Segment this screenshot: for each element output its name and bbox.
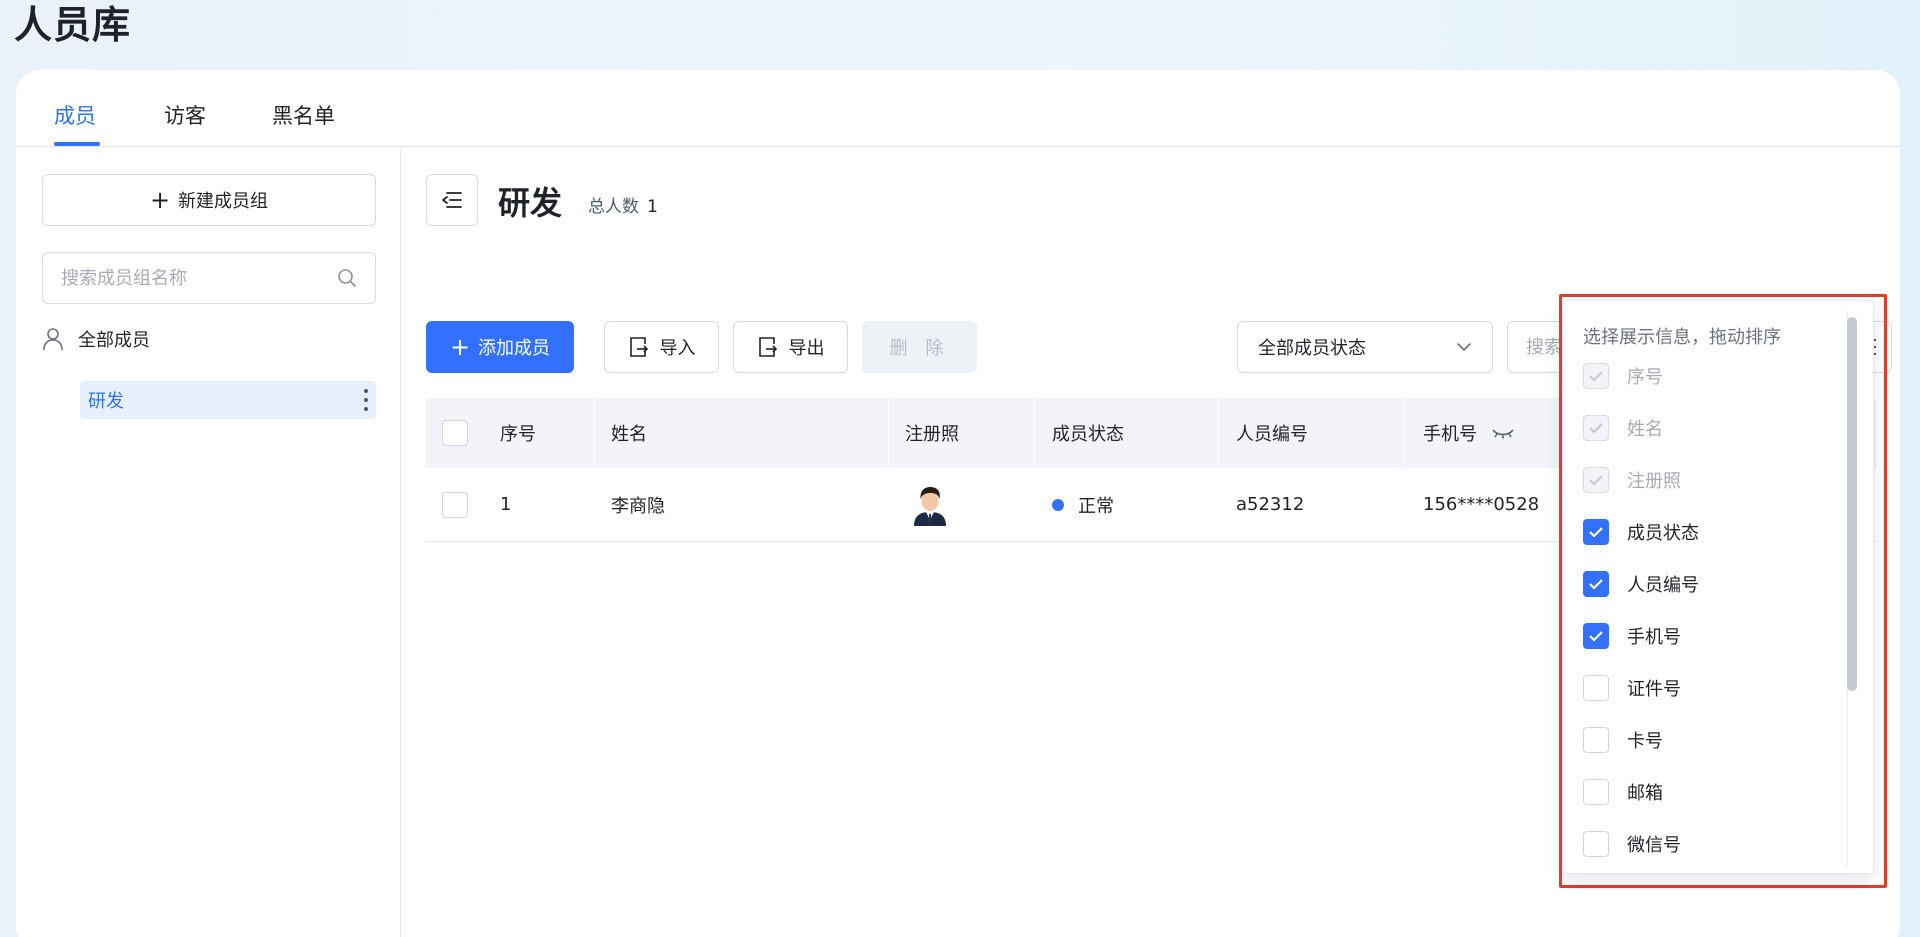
more-vertical-icon[interactable]	[364, 389, 368, 411]
header-status: 成员状态	[1052, 424, 1124, 445]
header-employee-id: 人员编号	[1236, 424, 1308, 445]
header-phone: 手机号	[1423, 420, 1515, 446]
checkbox-unchecked[interactable]	[1583, 675, 1609, 701]
status-dot-icon	[1052, 498, 1064, 511]
checkbox-locked	[1583, 467, 1609, 493]
column-option-label: 注册照	[1627, 471, 1681, 492]
group-title: 研发	[498, 184, 563, 222]
header-phone-label: 手机号	[1423, 424, 1477, 445]
export-icon	[758, 337, 777, 357]
plus-icon: +	[149, 186, 171, 214]
checkbox-checked[interactable]	[1583, 519, 1609, 545]
check-icon	[1589, 423, 1603, 434]
new-group-label: 新建成员组	[178, 191, 269, 212]
tab-visitors[interactable]: 访客	[164, 100, 206, 130]
check-icon	[1589, 371, 1603, 382]
all-members-item[interactable]: 全部成员	[42, 326, 150, 352]
header-index: 序号	[500, 424, 536, 445]
new-group-button[interactable]: + 新建成员组	[42, 174, 376, 226]
collapse-sidebar-button[interactable]	[426, 174, 478, 226]
tab-members[interactable]: 成员	[54, 100, 96, 130]
column-option-label: 人员编号	[1627, 575, 1699, 596]
column-option-label: 序号	[1627, 367, 1663, 388]
column-option-card-number[interactable]: 卡号	[1583, 727, 1663, 753]
group-search-input[interactable]	[61, 267, 337, 289]
chevron-down-icon	[1457, 343, 1471, 352]
column-option-label: 卡号	[1627, 731, 1663, 752]
header-photo: 注册照	[905, 424, 959, 445]
total-value: 1	[647, 197, 658, 217]
import-button[interactable]: 导入	[604, 321, 719, 373]
checkbox-unchecked[interactable]	[1583, 831, 1609, 857]
column-picker-dropdown: 选择展示信息，拖动排序 序号 姓名 注册照 成员状态 人员编号 手机号 证件号 …	[1562, 300, 1874, 874]
tab-bar: 成员 访客 黑名单	[16, 70, 1900, 147]
cell-status: 正常	[1052, 492, 1114, 518]
check-icon	[1589, 527, 1603, 538]
column-option-label: 邮箱	[1627, 783, 1663, 804]
column-option-email[interactable]: 邮箱	[1583, 779, 1663, 805]
page-title: 人员库	[14, 3, 132, 47]
eye-closed-icon[interactable]	[1491, 426, 1515, 440]
select-all-checkbox[interactable]	[442, 420, 468, 446]
checkbox-checked[interactable]	[1583, 623, 1609, 649]
export-label: 导出	[788, 338, 825, 359]
member-status-select[interactable]: 全部成员状态	[1237, 321, 1493, 373]
active-tab-indicator	[54, 142, 100, 146]
total-label: 总人数	[588, 197, 639, 217]
export-button[interactable]: 导出	[733, 321, 848, 373]
column-option-label: 证件号	[1627, 679, 1681, 700]
cell-name: 李商隐	[611, 495, 665, 517]
column-option-id-number[interactable]: 证件号	[1583, 675, 1681, 701]
avatar[interactable]	[910, 484, 950, 526]
column-option-index: 序号	[1583, 363, 1663, 389]
column-option-photo: 注册照	[1583, 467, 1681, 493]
group-sidebar: + 新建成员组 全部成员 研发	[16, 148, 401, 937]
column-option-label: 姓名	[1627, 419, 1663, 440]
cell-phone: 156****0528	[1423, 494, 1540, 515]
scrollbar-thumb[interactable]	[1847, 317, 1857, 691]
registered-photo	[914, 486, 946, 526]
checkbox-checked[interactable]	[1583, 571, 1609, 597]
checkbox-locked	[1583, 363, 1609, 389]
column-option-label: 成员状态	[1627, 523, 1699, 544]
column-option-name: 姓名	[1583, 415, 1663, 441]
search-icon[interactable]	[337, 268, 357, 288]
member-status-value: 全部成员状态	[1258, 338, 1366, 359]
user-icon	[43, 328, 63, 351]
check-icon	[1589, 631, 1603, 642]
checkbox-locked	[1583, 415, 1609, 441]
add-member-button[interactable]: + 添加成员	[426, 321, 574, 373]
plus-icon: +	[449, 333, 471, 361]
add-member-label: 添加成员	[478, 338, 551, 359]
group-search-field[interactable]	[42, 252, 376, 304]
header-name: 姓名	[611, 424, 647, 445]
import-icon	[629, 337, 648, 357]
all-members-label: 全部成员	[78, 330, 150, 351]
import-label: 导入	[659, 338, 696, 359]
column-option-label: 微信号	[1627, 835, 1681, 856]
column-option-employee-id[interactable]: 人员编号	[1583, 571, 1699, 597]
check-icon	[1589, 475, 1603, 486]
collapse-menu-icon	[442, 192, 462, 208]
cell-employee-id: a52312	[1236, 494, 1305, 515]
group-item-label: 研发	[88, 391, 124, 412]
tab-blacklist[interactable]: 黑名单	[272, 100, 335, 130]
column-option-wechat[interactable]: 微信号	[1583, 831, 1681, 857]
group-item-rd[interactable]: 研发	[80, 381, 376, 419]
column-picker-title: 选择展示信息，拖动排序	[1583, 327, 1781, 348]
checkbox-unchecked[interactable]	[1583, 779, 1609, 805]
check-icon	[1589, 579, 1603, 590]
cell-index: 1	[500, 494, 512, 515]
column-option-status[interactable]: 成员状态	[1583, 519, 1699, 545]
row-checkbox[interactable]	[442, 491, 468, 518]
column-option-phone[interactable]: 手机号	[1583, 623, 1681, 649]
column-option-label: 手机号	[1627, 627, 1681, 648]
total-count: 总人数 1	[588, 192, 658, 217]
cell-status-label: 正常	[1078, 495, 1114, 517]
checkbox-unchecked[interactable]	[1583, 727, 1609, 753]
delete-button[interactable]: 删 除	[862, 321, 977, 373]
